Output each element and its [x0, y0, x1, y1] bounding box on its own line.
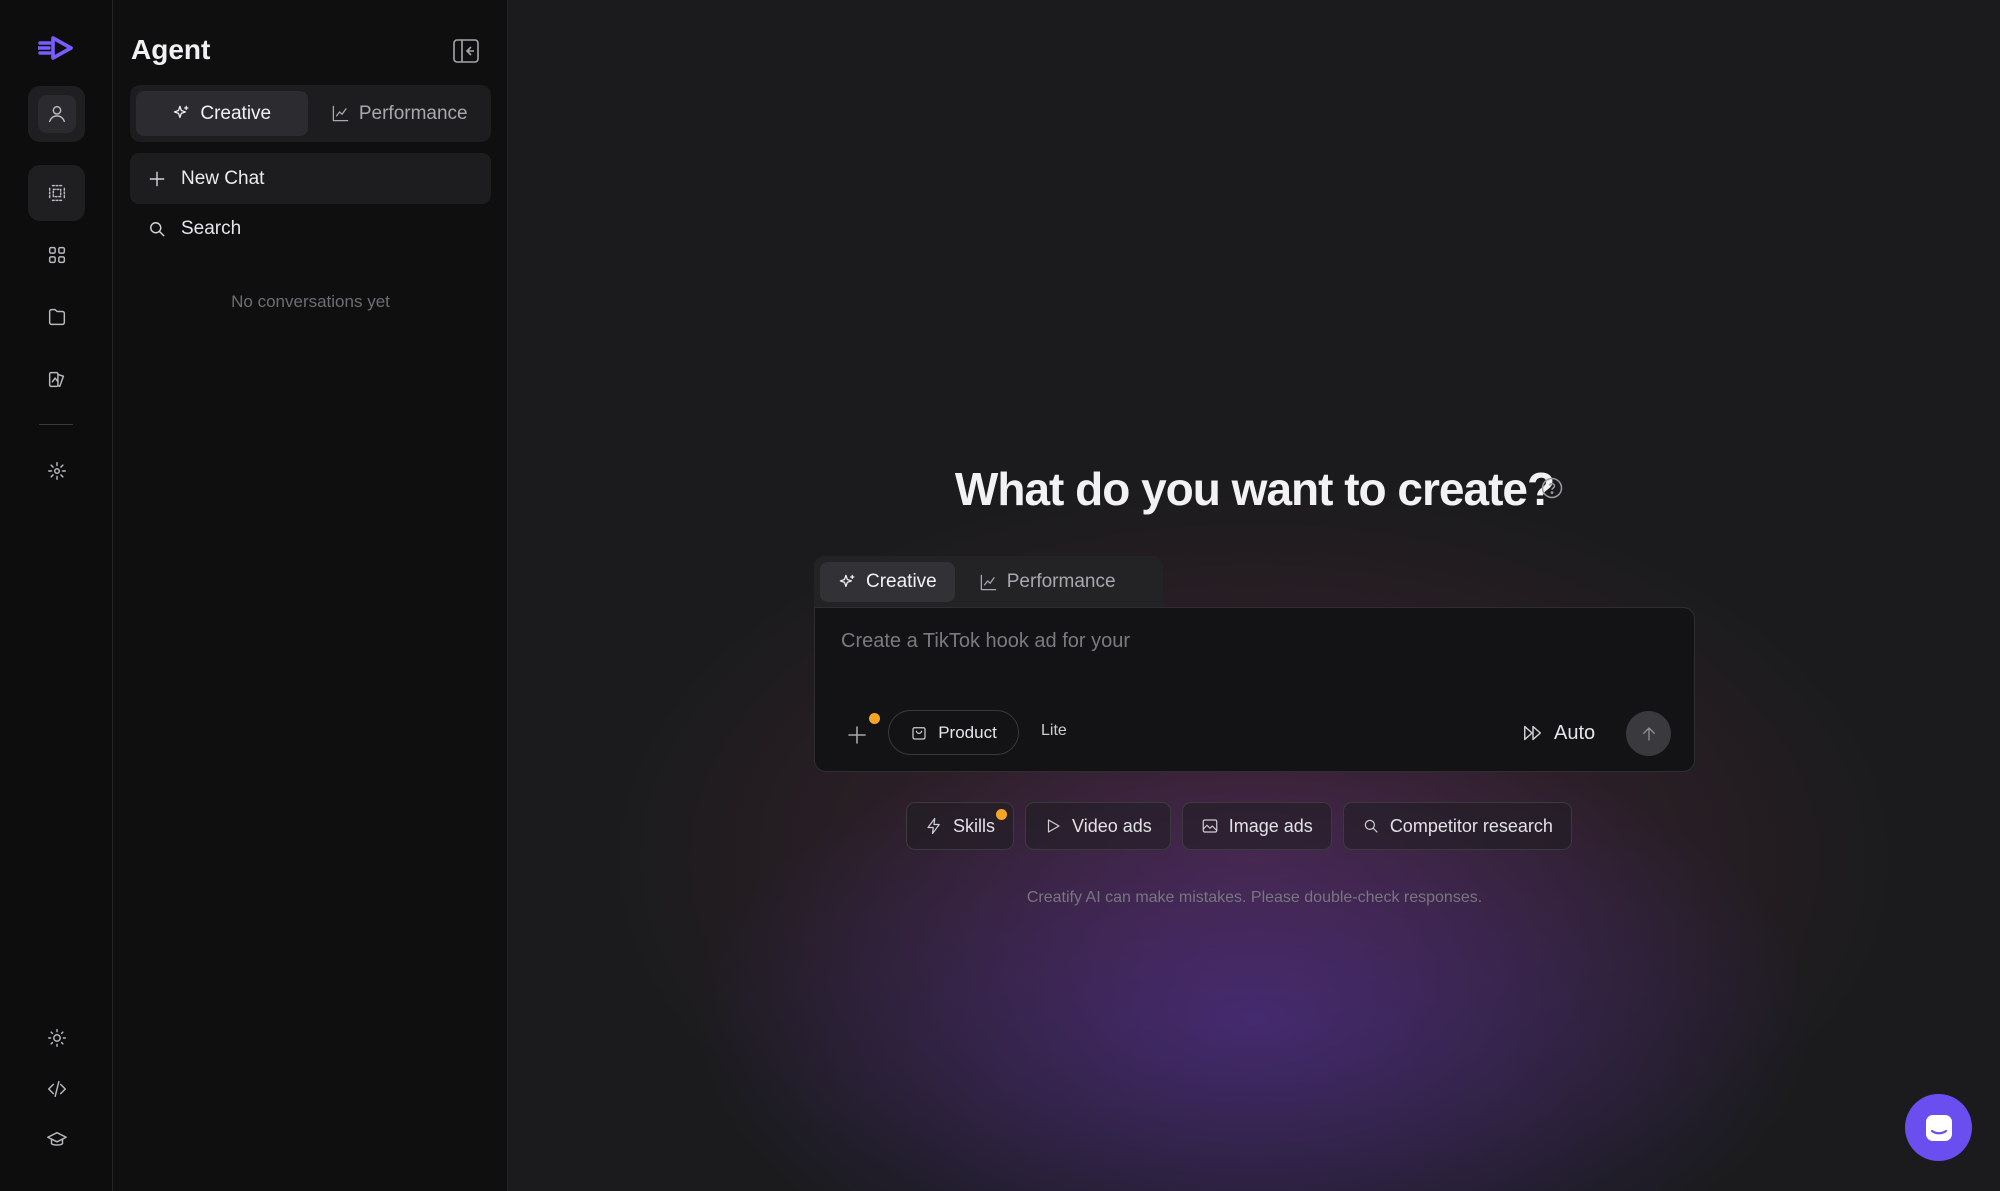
panel-tab-creative[interactable]: Creative	[136, 91, 308, 136]
panel-mode-tabs: Creative Performance	[130, 85, 491, 142]
support-chat-button[interactable]	[1905, 1094, 1972, 1161]
brand-logo-icon[interactable]	[36, 34, 74, 62]
chip-image-ads-label: Image ads	[1228, 815, 1313, 836]
tab-performance[interactable]: Performance	[961, 562, 1134, 602]
new-chat-button[interactable]: New Chat	[130, 153, 491, 204]
rail-folder-button[interactable]	[28, 289, 85, 345]
lightning-icon	[927, 817, 940, 835]
page-heading: What do you want to create?	[954, 463, 1555, 515]
fast-forward-icon	[1524, 725, 1542, 741]
chat-bubble-icon	[1925, 1114, 1952, 1141]
collapse-sidebar-button[interactable]	[452, 38, 480, 64]
suggestion-chips: Skills Video ads Image ads Competitor re…	[906, 802, 1572, 850]
prompt-input[interactable]	[841, 630, 1661, 653]
search-icon	[150, 222, 165, 237]
search-icon	[1364, 819, 1378, 833]
rail-apps-button[interactable]	[28, 227, 85, 283]
product-selector-button[interactable]: Product	[888, 710, 1019, 755]
tab-creative-label: Creative	[866, 571, 937, 592]
panel-tab-creative-label: Creative	[200, 102, 272, 124]
plus-icon	[149, 171, 165, 186]
attach-notification-dot	[869, 713, 880, 724]
chart-line-icon	[332, 105, 349, 122]
code-icon	[47, 1080, 66, 1098]
ai-spark-icon	[47, 462, 66, 480]
auto-mode-button[interactable]: Auto	[1522, 716, 1595, 750]
shopping-bag-icon	[912, 726, 926, 740]
chip-competitor-research[interactable]: Competitor research	[1342, 802, 1572, 850]
attach-button[interactable]	[845, 723, 871, 749]
new-chat-label: New Chat	[181, 167, 265, 189]
chip-image-ads[interactable]: Image ads	[1181, 802, 1332, 850]
learn-button[interactable]	[28, 1112, 85, 1168]
search-conversations-button[interactable]: Search	[130, 209, 491, 249]
theme-toggle-button[interactable]	[28, 1010, 85, 1066]
help-icon[interactable]	[1541, 477, 1563, 499]
apps-grid-icon	[48, 246, 65, 264]
rail-library-button[interactable]	[28, 351, 85, 407]
product-label: Product	[938, 722, 997, 742]
model-tier-toggle[interactable]: Lite	[1041, 722, 1067, 740]
main-area: What do you want to create? Creative Per…	[509, 0, 2000, 1191]
ai-disclaimer: Creatify AI can make mistakes. Please do…	[1026, 889, 1483, 906]
graduation-cap-icon	[46, 1131, 67, 1146]
chip-video-ads-label: Video ads	[1072, 815, 1152, 836]
rail-profile-button[interactable]	[28, 86, 85, 142]
tab-creative[interactable]: Creative	[820, 562, 955, 602]
sun-icon	[47, 1029, 66, 1047]
plus-icon	[848, 726, 866, 744]
chip-skills[interactable]: Skills	[906, 802, 1015, 850]
panel-tab-performance-label: Performance	[358, 102, 468, 124]
sidebar-collapse-icon	[453, 39, 479, 63]
chart-line-icon	[980, 574, 997, 590]
rail-ai-button[interactable]	[28, 443, 85, 499]
play-icon	[1047, 819, 1060, 833]
chip-skills-label: Skills	[953, 815, 996, 836]
panel-title: Agent	[131, 34, 211, 65]
folder-icon	[48, 308, 65, 326]
empty-conversations-message: No conversations yet	[231, 292, 390, 311]
chip-competitor-research-label: Competitor research	[1389, 815, 1553, 836]
search-label: Search	[181, 218, 242, 239]
rail-agent-button[interactable]	[28, 165, 85, 221]
sparkle-icon	[839, 574, 855, 587]
profile-icon	[48, 105, 65, 123]
agent-chat-icon	[48, 184, 65, 202]
icon-rail	[0, 0, 113, 1191]
skills-notification-dot	[996, 809, 1008, 820]
auto-mode-label: Auto	[1554, 721, 1596, 744]
tab-performance-label: Performance	[1006, 571, 1116, 592]
developer-button[interactable]	[28, 1061, 85, 1117]
panel-tab-performance[interactable]: Performance	[314, 91, 486, 136]
send-button[interactable]	[1626, 711, 1671, 756]
chip-video-ads[interactable]: Video ads	[1025, 802, 1171, 850]
sparkle-icon	[174, 105, 189, 119]
prompt-composer: Product Lite Auto	[814, 607, 1695, 772]
image-icon	[1202, 819, 1218, 833]
arrow-up-icon	[1642, 726, 1655, 741]
library-icon	[48, 371, 64, 388]
agent-panel: Agent Creative Performance New Chat Sear…	[113, 0, 508, 1191]
rail-divider	[39, 424, 73, 425]
composer-mode-tabs: Creative Performance	[814, 556, 1163, 608]
